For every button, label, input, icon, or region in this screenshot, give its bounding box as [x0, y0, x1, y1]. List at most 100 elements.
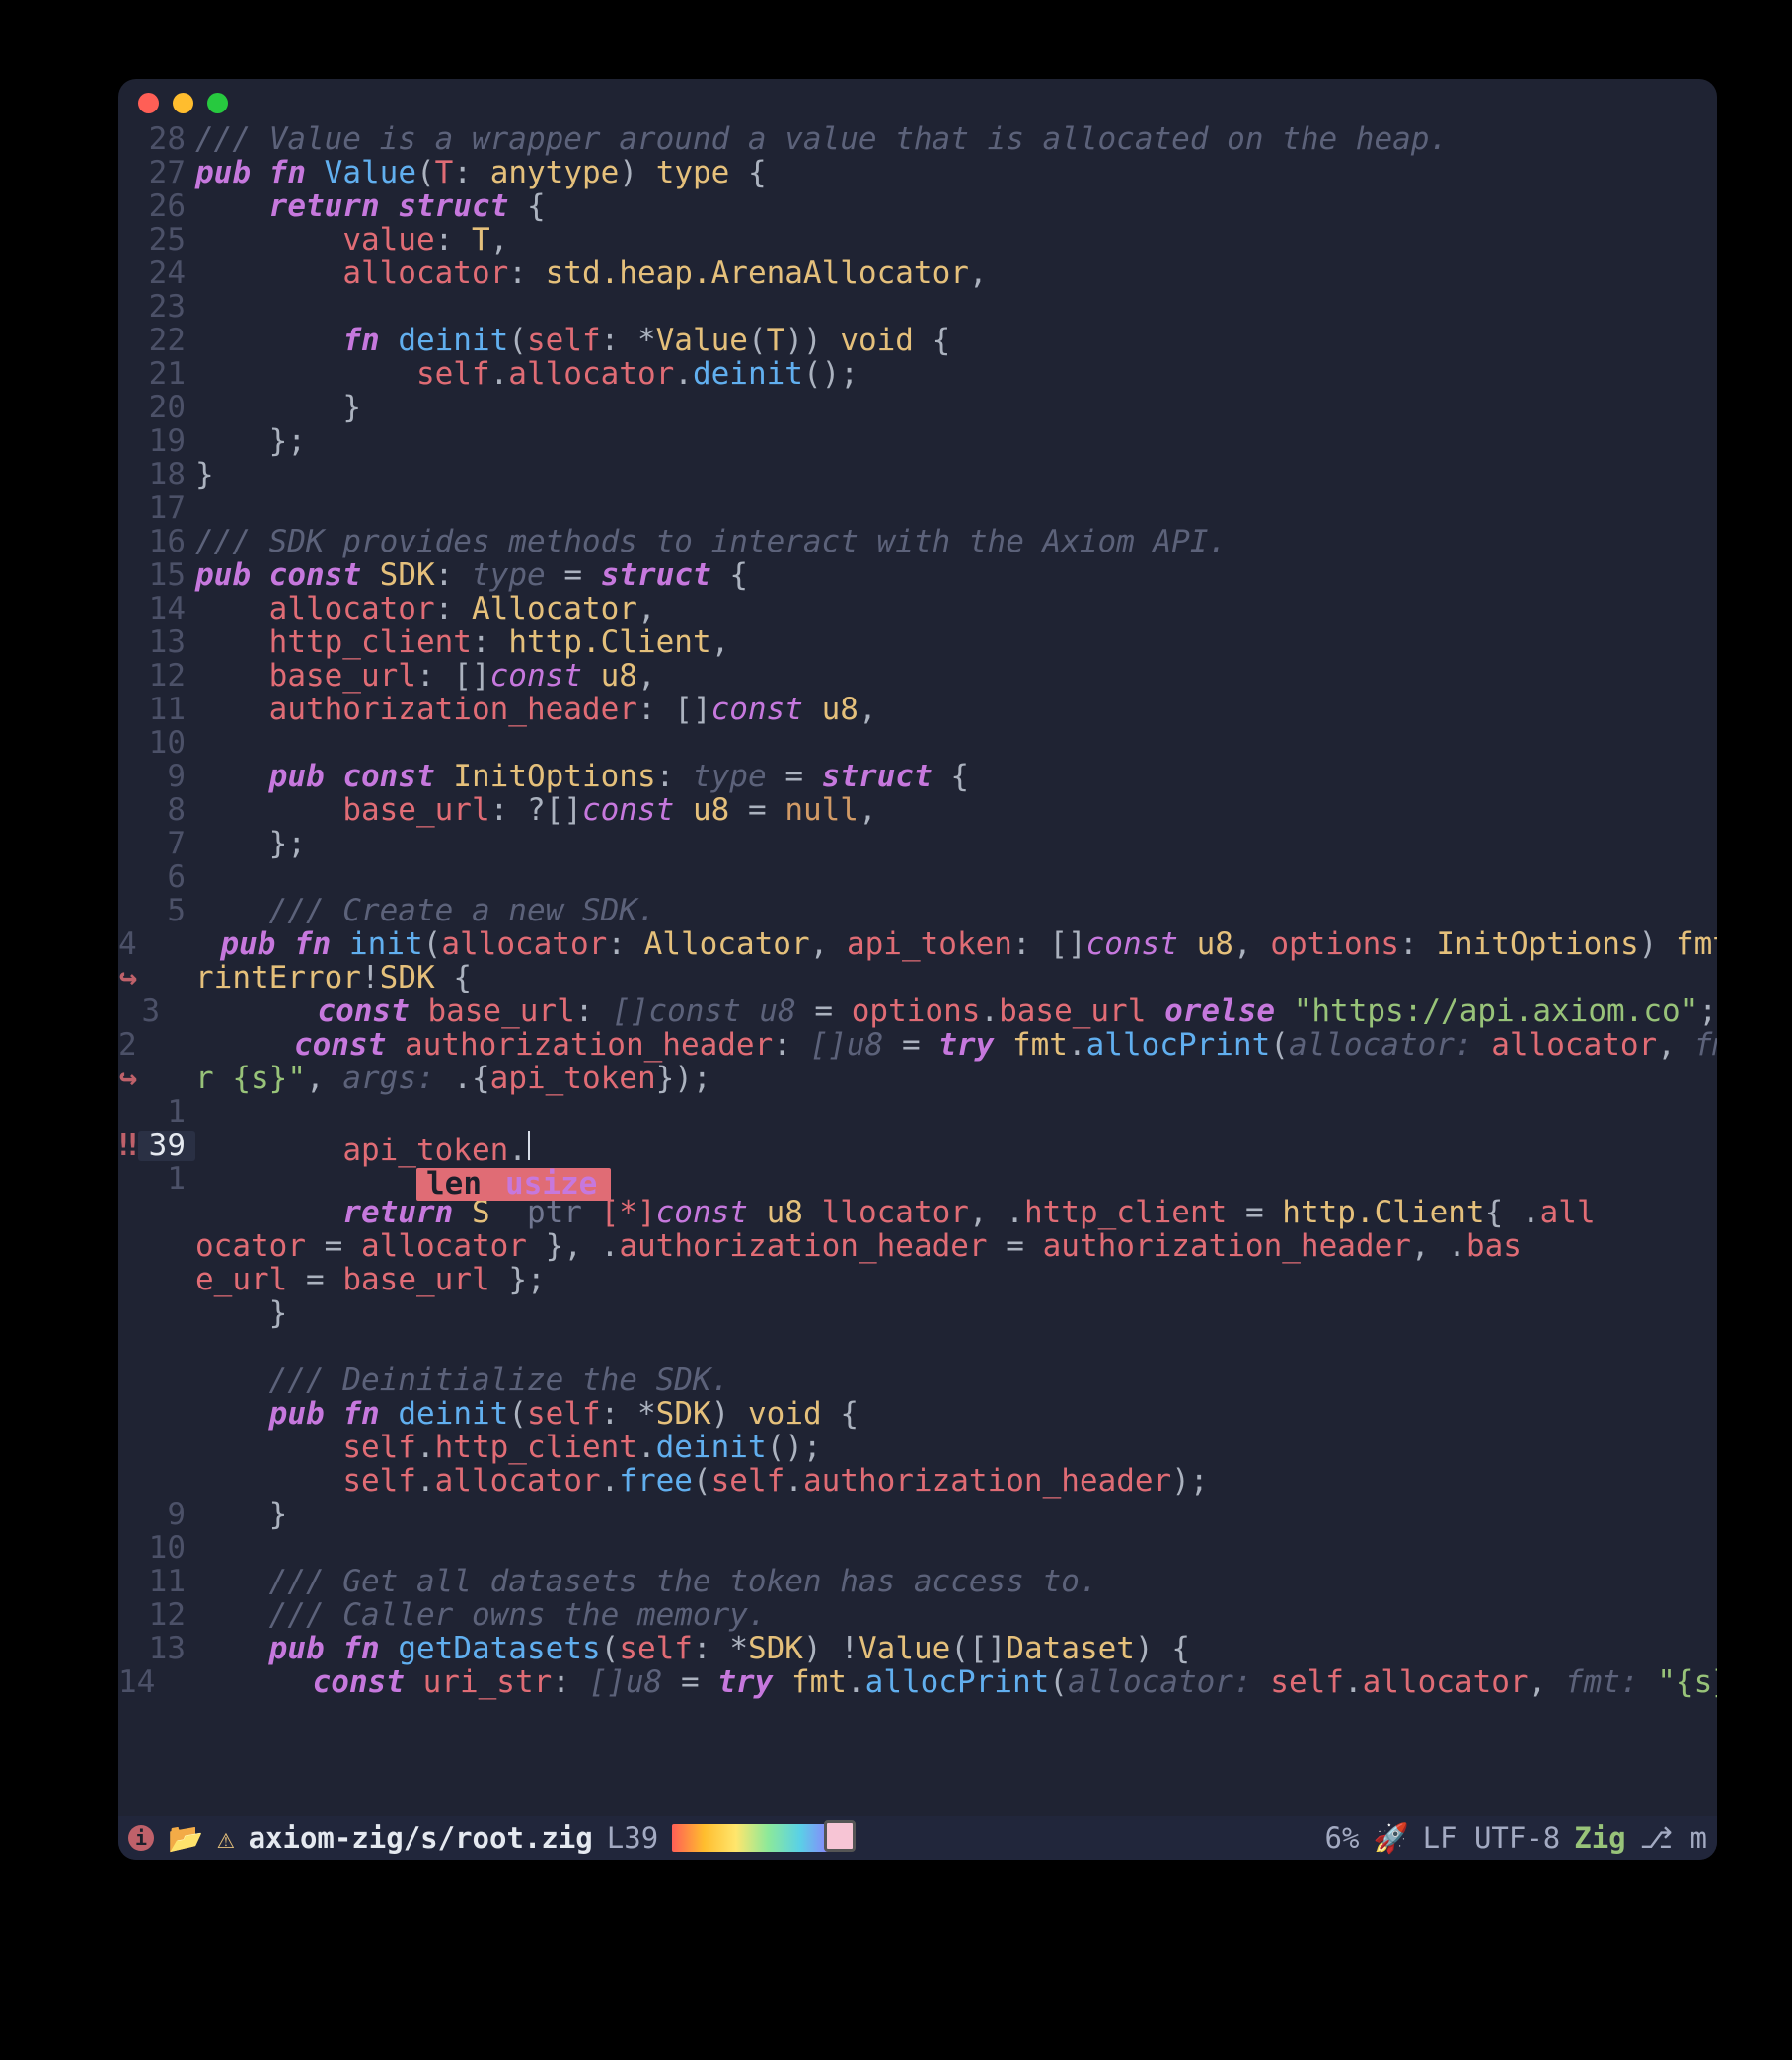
code-text[interactable]: /// SDK provides methods to interact wit…: [195, 527, 1227, 557]
code-line[interactable]: 17: [118, 493, 1717, 527]
code-text[interactable]: self.allocator.deinit();: [195, 359, 859, 390]
code-text[interactable]: const base_url: []const u8 = options.bas…: [170, 996, 1717, 1027]
code-line[interactable]: }: [118, 1298, 1717, 1332]
code-line[interactable]: self.http_client.deinit();: [118, 1433, 1717, 1466]
code-line[interactable]: 12 /// Caller owns the memory.: [118, 1600, 1717, 1634]
code-line[interactable]: 13 pub fn getDatasets(self: *SDK) !Value…: [118, 1634, 1717, 1667]
code-text[interactable]: pub fn getDatasets(self: *SDK) !Value([]…: [195, 1634, 1190, 1664]
code-text[interactable]: pub fn Value(T: anytype) type {: [195, 158, 767, 188]
code-line[interactable]: /// Deinitialize the SDK.: [118, 1365, 1717, 1399]
code-text[interactable]: http_client: http.Client,: [195, 627, 729, 658]
code-line[interactable]: 24 allocator: std.heap.ArenaAllocator,: [118, 258, 1717, 292]
code-line[interactable]: 26 return struct {: [118, 191, 1717, 225]
code-text[interactable]: const authorization_header: []u8 = try f…: [147, 1030, 1717, 1061]
code-text[interactable]: value: T,: [195, 225, 508, 256]
completion-popup[interactable]: len usize: [416, 1168, 611, 1201]
code-line[interactable]: 23: [118, 292, 1717, 326]
code-line[interactable]: pub fn deinit(self: *SDK) void {: [118, 1399, 1717, 1433]
code-text[interactable]: ocator = allocator }, .authorization_hea…: [195, 1231, 1522, 1262]
filetype[interactable]: Zig: [1574, 1824, 1625, 1853]
encoding[interactable]: LF UTF-8: [1423, 1824, 1561, 1853]
code-line[interactable]: 9 pub const InitOptions: type = struct {: [118, 762, 1717, 795]
code-line[interactable]: ↪r {s}", args: .{api_token});: [118, 1064, 1717, 1097]
code-line[interactable]: 5 /// Create a new SDK.: [118, 896, 1717, 929]
code-line[interactable]: 4 pub fn init(allocator: Allocator, api_…: [118, 929, 1717, 963]
git-branch[interactable]: ⎇ m: [1640, 1824, 1707, 1853]
minimize-icon[interactable]: [173, 93, 193, 113]
completion-item-label[interactable]: len: [416, 1168, 495, 1201]
code-text[interactable]: api_token.: [195, 1131, 530, 1166]
code-line[interactable]: ocator = allocator }, .authorization_hea…: [118, 1231, 1717, 1265]
code-line[interactable]: 28/// Value is a wrapper around a value …: [118, 124, 1717, 158]
code-line[interactable]: 1: [118, 1164, 1717, 1198]
code-line[interactable]: 11 /// Get all datasets the token has ac…: [118, 1567, 1717, 1600]
code-line[interactable]: 21 self.allocator.deinit();: [118, 359, 1717, 393]
code-line[interactable]: 14 const uri_str: []u8 = try fmt.allocPr…: [118, 1667, 1717, 1701]
code-text[interactable]: return S ptr [*]const u8 llocator, .http…: [195, 1198, 1596, 1228]
code-text[interactable]: r {s}", args: .{api_token});: [195, 1064, 711, 1094]
code-line[interactable]: 20 }: [118, 393, 1717, 426]
code-line[interactable]: 18}: [118, 460, 1717, 493]
code-line[interactable]: 2 const authorization_header: []u8 = try…: [118, 1030, 1717, 1064]
code-line[interactable]: e_url = base_url };: [118, 1265, 1717, 1298]
line-number: 1: [138, 1097, 195, 1128]
code-text[interactable]: return struct {: [195, 191, 546, 222]
code-text[interactable]: const uri_str: []u8 = try fmt.allocPrint…: [165, 1667, 1717, 1698]
code-line[interactable]: 13 http_client: http.Client,: [118, 627, 1717, 661]
code-line[interactable]: 9 }: [118, 1500, 1717, 1533]
code-text[interactable]: };: [195, 829, 306, 859]
code-line[interactable]: 15pub const SDK: type = struct {: [118, 560, 1717, 594]
code-text[interactable]: /// Deinitialize the SDK.: [195, 1365, 729, 1396]
code-line[interactable]: [118, 1332, 1717, 1365]
code-line[interactable]: ‼39 api_token.: [118, 1131, 1717, 1164]
code-line[interactable]: 6: [118, 862, 1717, 896]
editor-viewport[interactable]: 28/// Value is a wrapper around a value …: [118, 124, 1717, 1816]
code-text[interactable]: rintError!SDK {: [195, 963, 472, 993]
code-text[interactable]: pub const SDK: type = struct {: [195, 560, 748, 591]
code-text[interactable]: /// Create a new SDK.: [195, 896, 656, 926]
code-text[interactable]: base_url: []const u8,: [195, 661, 656, 692]
code-text[interactable]: fn deinit(self: *Value(T)) void {: [195, 326, 950, 356]
code-line[interactable]: 8 base_url: ?[]const u8 = null,: [118, 795, 1717, 829]
code-line[interactable]: 25 value: T,: [118, 225, 1717, 258]
code-text[interactable]: /// Caller owns the memory.: [195, 1600, 767, 1631]
code-line[interactable]: 16/// SDK provides methods to interact w…: [118, 527, 1717, 560]
code-line[interactable]: 1: [118, 1097, 1717, 1131]
code-text[interactable]: /// Get all datasets the token has acces…: [195, 1567, 1098, 1597]
code-line[interactable]: 12 base_url: []const u8,: [118, 661, 1717, 695]
code-line[interactable]: 11 authorization_header: []const u8,: [118, 695, 1717, 728]
code-text[interactable]: /// Value is a wrapper around a value th…: [195, 124, 1448, 155]
code-text[interactable]: pub fn init(allocator: Allocator, api_to…: [147, 929, 1717, 960]
code-line[interactable]: 14 allocator: Allocator,: [118, 594, 1717, 627]
file-path[interactable]: axiom-zig/s/root.zig: [249, 1824, 593, 1853]
line-number: 11: [138, 1567, 195, 1597]
code-text[interactable]: base_url: ?[]const u8 = null,: [195, 795, 877, 826]
code-text[interactable]: e_url = base_url };: [195, 1265, 546, 1295]
code-text[interactable]: }: [195, 1298, 287, 1329]
code-text[interactable]: }: [195, 1500, 287, 1530]
code-line[interactable]: 7 };: [118, 829, 1717, 862]
zoom-icon[interactable]: [207, 93, 228, 113]
code-text[interactable]: self.allocator.free(self.authorization_h…: [195, 1466, 1209, 1497]
code-line[interactable]: 22 fn deinit(self: *Value(T)) void {: [118, 326, 1717, 359]
code-line[interactable]: 10: [118, 1533, 1717, 1567]
code-text[interactable]: allocator: std.heap.ArenaAllocator,: [195, 258, 988, 289]
line-number: 2: [118, 1030, 147, 1061]
code-text[interactable]: }: [195, 460, 214, 490]
code-text[interactable]: pub fn deinit(self: *SDK) void {: [195, 1399, 859, 1430]
code-line[interactable]: 19 };: [118, 426, 1717, 460]
code-text[interactable]: authorization_header: []const u8,: [195, 695, 877, 725]
code-text[interactable]: };: [195, 426, 306, 457]
code-line[interactable]: return S ptr [*]const u8 llocator, .http…: [118, 1198, 1717, 1231]
code-line[interactable]: 27pub fn Value(T: anytype) type {: [118, 158, 1717, 191]
code-line[interactable]: self.allocator.free(self.authorization_h…: [118, 1466, 1717, 1500]
code-text[interactable]: allocator: Allocator,: [195, 594, 656, 625]
error-indicator-icon[interactable]: i: [128, 1825, 154, 1851]
code-line[interactable]: 10: [118, 728, 1717, 762]
close-icon[interactable]: [138, 93, 159, 113]
code-text[interactable]: }: [195, 393, 361, 423]
code-line[interactable]: ↪rintError!SDK {: [118, 963, 1717, 996]
code-line[interactable]: 3 const base_url: []const u8 = options.b…: [118, 996, 1717, 1030]
code-text[interactable]: pub const InitOptions: type = struct {: [195, 762, 969, 792]
code-text[interactable]: self.http_client.deinit();: [195, 1433, 822, 1463]
